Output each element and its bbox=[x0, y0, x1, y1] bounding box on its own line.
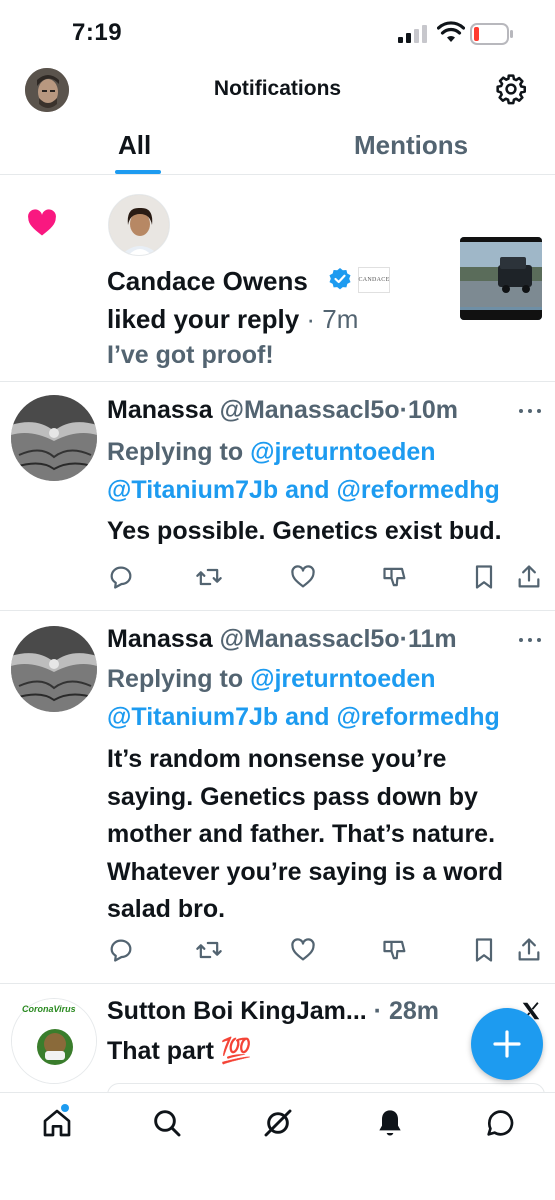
tweet-author-avatar[interactable] bbox=[11, 626, 97, 712]
tweet-separator: · bbox=[366, 997, 389, 1025]
avatar-caption: CoronaVirus bbox=[22, 1004, 76, 1014]
bookmark-icon[interactable] bbox=[470, 563, 498, 591]
bottom-navigation bbox=[0, 1092, 555, 1200]
tweet-text: Yes possible. Genetics exist bud. bbox=[107, 517, 502, 545]
like-notification[interactable]: Candace Owens CANDACE liked your reply ·… bbox=[0, 176, 555, 382]
tweet-author-name[interactable]: Manassa bbox=[107, 396, 213, 424]
tweet-header: Manassa @Manassacl5o·10m bbox=[107, 396, 458, 425]
liker-avatar[interactable] bbox=[108, 194, 170, 256]
avatar-engraving bbox=[11, 626, 97, 712]
tweet-separator: · bbox=[399, 396, 408, 424]
search-icon[interactable] bbox=[151, 1107, 183, 1139]
replying-to-prefix: Replying to bbox=[107, 438, 251, 466]
compose-plus-icon bbox=[493, 1030, 521, 1058]
mention-and: and bbox=[278, 476, 337, 504]
reply-icon[interactable] bbox=[107, 936, 135, 964]
replying-to-prefix: Replying to bbox=[107, 665, 251, 693]
tweet-header: Sutton Boi KingJam... · 28m bbox=[107, 997, 439, 1026]
tweet-time: 10m bbox=[407, 396, 458, 424]
tweet-time: 11m bbox=[407, 625, 457, 653]
replying-to: Replying to @jreturntoeden @Titanium7Jb … bbox=[107, 660, 500, 736]
liker-name[interactable]: Candace Owens bbox=[107, 266, 308, 297]
tweet-separator: · bbox=[399, 625, 408, 653]
tweet-author-handle[interactable]: @Manassacl5o bbox=[220, 396, 400, 424]
status-bar: 7:19 bbox=[0, 0, 555, 60]
tweet-author-avatar[interactable] bbox=[11, 395, 97, 481]
more-options-icon[interactable] bbox=[518, 407, 542, 415]
repost-icon[interactable] bbox=[195, 563, 223, 591]
dislike-icon[interactable] bbox=[381, 936, 409, 964]
share-icon[interactable] bbox=[515, 563, 543, 591]
gear-icon[interactable] bbox=[495, 73, 527, 105]
mention-link[interactable]: @jreturntoeden bbox=[250, 665, 436, 693]
tweet-text: It’s random nonsense you’re saying. Gene… bbox=[107, 745, 503, 923]
page-title: Notifications bbox=[213, 77, 342, 100]
like-icon[interactable] bbox=[289, 563, 317, 591]
bookmark-icon[interactable] bbox=[470, 936, 498, 964]
replying-to: Replying to @jreturntoeden @Titanium7Jb … bbox=[107, 433, 500, 509]
battery-icon bbox=[470, 23, 513, 45]
mention-link[interactable]: @Titanium7Jb bbox=[107, 476, 278, 504]
mention-link[interactable]: @Titanium7Jb bbox=[107, 703, 278, 731]
mention-link[interactable]: @jreturntoeden bbox=[250, 438, 436, 466]
reply-tweet[interactable]: Manassa @Manassacl5o·11m Replying to @jr… bbox=[0, 611, 555, 984]
affiliate-badge: CANDACE bbox=[358, 267, 390, 293]
like-action-label: liked your reply bbox=[107, 304, 300, 334]
status-time: 7:19 bbox=[72, 19, 123, 46]
liked-reply-preview: I’ve got proof! bbox=[107, 341, 274, 369]
grok-icon[interactable] bbox=[262, 1107, 294, 1139]
share-icon[interactable] bbox=[515, 936, 543, 964]
thumbnail-image bbox=[460, 237, 542, 320]
tweet-author-name[interactable]: Manassa bbox=[107, 625, 213, 653]
like-time: 7m bbox=[322, 304, 359, 334]
tweet-actions bbox=[0, 563, 555, 593]
reply-icon[interactable] bbox=[107, 563, 135, 591]
tweet-author-handle[interactable]: @Manassacl5o bbox=[220, 625, 400, 653]
like-icon[interactable] bbox=[289, 936, 317, 964]
messages-icon[interactable] bbox=[484, 1107, 516, 1139]
tab-all[interactable]: All bbox=[118, 130, 151, 161]
dislike-icon[interactable] bbox=[381, 563, 409, 591]
tweet-author-name[interactable]: Sutton Boi KingJam... bbox=[107, 997, 367, 1025]
compose-button[interactable] bbox=[471, 1008, 543, 1080]
reply-tweet[interactable]: Manassa @Manassacl5o·10m Replying to @jr… bbox=[0, 383, 555, 611]
reply-media-thumbnail[interactable] bbox=[460, 237, 542, 320]
notifications-icon[interactable] bbox=[374, 1107, 406, 1139]
mention-link[interactable]: @reformedhg bbox=[337, 703, 500, 731]
tweet-time: 28m bbox=[388, 997, 439, 1025]
mention-link[interactable]: @reformedhg bbox=[337, 476, 500, 504]
like-separator: · bbox=[299, 304, 323, 334]
heart-icon bbox=[28, 209, 56, 236]
avatar-engraving bbox=[11, 395, 97, 481]
tweet-header: Manassa @Manassacl5o·11m bbox=[107, 625, 457, 654]
home-icon[interactable] bbox=[41, 1107, 73, 1139]
active-tab-indicator bbox=[115, 170, 161, 174]
tab-mentions[interactable]: Mentions bbox=[354, 130, 468, 161]
liker-photo bbox=[109, 195, 169, 255]
mention-and: and bbox=[278, 703, 337, 731]
verified-badge-icon bbox=[329, 268, 351, 290]
repost-icon[interactable] bbox=[195, 936, 223, 964]
like-action-text: liked your reply · 7m bbox=[107, 304, 358, 335]
wifi-icon bbox=[437, 21, 465, 42]
more-options-icon[interactable] bbox=[518, 636, 542, 644]
tweet-actions bbox=[0, 936, 555, 966]
cellular-signal-icon bbox=[398, 25, 427, 43]
home-notification-dot bbox=[61, 1104, 69, 1112]
notification-tabs: All Mentions bbox=[0, 125, 555, 175]
